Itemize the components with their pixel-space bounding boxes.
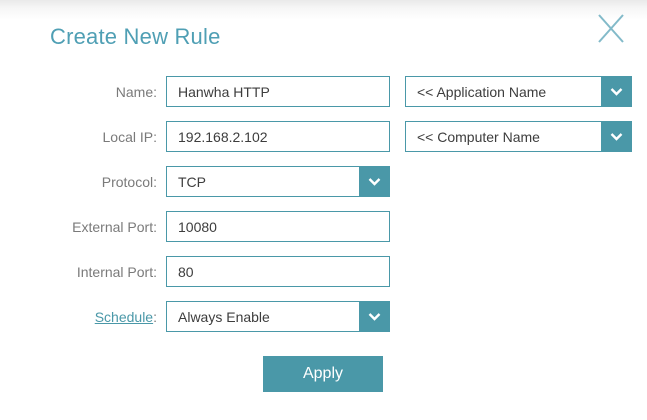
protocol-label: Protocol: xyxy=(0,174,157,190)
local-ip-input[interactable] xyxy=(166,121,390,152)
schedule-link[interactable]: Schedule xyxy=(95,309,153,325)
schedule-row: Schedule: Always Enable xyxy=(0,301,647,332)
name-label: Name: xyxy=(0,84,157,100)
application-name-dropdown-button[interactable] xyxy=(601,76,632,107)
schedule-colon: : xyxy=(153,309,157,325)
internal-port-label: Internal Port: xyxy=(0,264,157,280)
schedule-select[interactable]: Always Enable xyxy=(166,301,390,332)
external-port-row: External Port: xyxy=(0,211,647,242)
schedule-selected-value: Always Enable xyxy=(167,302,359,331)
local-ip-row: Local IP: << Computer Name xyxy=(0,121,647,152)
name-row: Name: << Application Name xyxy=(0,76,647,107)
computer-name-selected-value: << Computer Name xyxy=(406,122,601,151)
application-name-select[interactable]: << Application Name xyxy=(405,76,632,107)
protocol-selected-value: TCP xyxy=(167,167,359,196)
chevron-down-icon xyxy=(608,128,625,145)
chevron-down-icon xyxy=(366,173,383,190)
computer-name-dropdown-button[interactable] xyxy=(601,121,632,152)
close-button[interactable] xyxy=(594,12,628,46)
name-input[interactable] xyxy=(166,76,390,107)
apply-button[interactable]: Apply xyxy=(263,356,383,392)
schedule-dropdown-button[interactable] xyxy=(359,301,390,332)
protocol-select[interactable]: TCP xyxy=(166,166,390,197)
protocol-dropdown-button[interactable] xyxy=(359,166,390,197)
protocol-row: Protocol: TCP xyxy=(0,166,647,197)
computer-name-select[interactable]: << Computer Name xyxy=(405,121,632,152)
local-ip-label: Local IP: xyxy=(0,129,157,145)
page-title: Create New Rule xyxy=(50,24,221,50)
external-port-label: External Port: xyxy=(0,219,157,235)
create-new-rule-dialog: Create New Rule Name: << Application Nam… xyxy=(0,0,647,420)
schedule-label: Schedule: xyxy=(0,309,157,325)
internal-port-input[interactable] xyxy=(166,256,390,287)
application-name-selected-value: << Application Name xyxy=(406,77,601,106)
external-port-input[interactable] xyxy=(166,211,390,242)
rule-form: Name: << Application Name Local IP: << C… xyxy=(0,76,647,346)
internal-port-row: Internal Port: xyxy=(0,256,647,287)
chevron-down-icon xyxy=(366,308,383,325)
chevron-down-icon xyxy=(608,83,625,100)
close-icon xyxy=(594,34,628,49)
